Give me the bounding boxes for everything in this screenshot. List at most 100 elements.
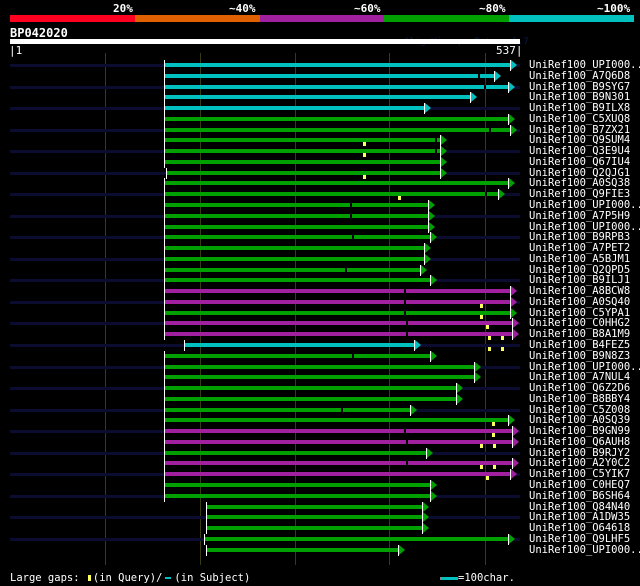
- alignment-start-tick: [205, 544, 207, 556]
- alignment-start-tick: [163, 243, 165, 255]
- legend-subject: (in Subject): [174, 572, 251, 584]
- arrow-icon: [430, 350, 437, 361]
- alignment-bar[interactable]: [163, 73, 495, 78]
- alignment-start-tick: [163, 426, 165, 438]
- alignment-start-tick: [205, 512, 207, 524]
- alignment-start-tick: [205, 501, 207, 513]
- alignment-bar[interactable]: [163, 278, 430, 283]
- alignment-bar[interactable]: [203, 536, 508, 541]
- percent-label-100: ~100%: [597, 2, 631, 15]
- alignment-bar[interactable]: [163, 84, 508, 89]
- percent-label-80: ~80%: [479, 2, 506, 15]
- alignment-start-tick: [163, 383, 165, 395]
- alignment-bar[interactable]: [205, 526, 423, 531]
- alignment-bar[interactable]: [163, 127, 510, 132]
- arrow-icon: [510, 307, 517, 318]
- subject-gap-mark: [404, 299, 407, 304]
- alignment-bar[interactable]: [163, 375, 475, 380]
- alignment-start-tick: [165, 167, 167, 179]
- alignment-start-tick: [163, 156, 165, 168]
- subject-gap-mark: [483, 84, 486, 89]
- alignment-bar[interactable]: [163, 472, 510, 477]
- arrow-icon: [428, 210, 435, 221]
- alignment-start-tick: [163, 469, 165, 481]
- alignment-bar[interactable]: [163, 224, 428, 229]
- alignment-bar[interactable]: [163, 483, 430, 488]
- arrow-icon: [470, 92, 477, 103]
- alignment-start-tick: [163, 221, 165, 233]
- subject-gap-icon: [165, 577, 172, 579]
- arrow-icon: [510, 124, 517, 135]
- alignment-bar[interactable]: [163, 299, 510, 304]
- query-name: BP042020: [10, 26, 68, 40]
- alignment-bar[interactable]: [163, 213, 428, 218]
- alignment-bar[interactable]: [163, 267, 421, 272]
- alignment-bar[interactable]: [183, 343, 414, 348]
- arrow-icon: [475, 361, 482, 372]
- alignment-bar[interactable]: [163, 418, 508, 423]
- alignment-start-tick: [163, 307, 165, 319]
- hit-label[interactable]: UniRef100_UPI000..: [529, 544, 640, 556]
- alignment-start-tick: [163, 490, 165, 502]
- subject-gap-mark: [484, 192, 487, 197]
- alignment-bar[interactable]: [163, 386, 457, 391]
- alignment-bar[interactable]: [163, 439, 513, 444]
- arrow-icon: [426, 447, 433, 458]
- alignment-start-tick: [163, 92, 165, 104]
- hit-row[interactable]: UniRef100_UPI000..: [0, 544, 640, 556]
- alignment-start-tick: [163, 103, 165, 115]
- alignment-bar[interactable]: [163, 321, 513, 326]
- alignment-bar[interactable]: [163, 116, 508, 121]
- alignment-start-tick: [163, 361, 165, 373]
- arrow-icon: [508, 178, 515, 189]
- alignment-bar[interactable]: [205, 515, 423, 520]
- alignment-bar[interactable]: [163, 450, 426, 455]
- alignment-bar[interactable]: [163, 310, 510, 315]
- arrow-icon: [513, 436, 520, 447]
- subject-gap-mark: [435, 138, 438, 143]
- alignment-bar[interactable]: [163, 149, 441, 154]
- arrow-icon: [510, 296, 517, 307]
- alignment-bar[interactable]: [163, 396, 457, 401]
- alignment-bar[interactable]: [163, 461, 513, 466]
- subject-gap-mark: [350, 203, 352, 207]
- query-bar: [10, 39, 520, 44]
- alignment-bar[interactable]: [163, 181, 508, 186]
- color-scale-segment: [259, 15, 385, 22]
- alignment-bar[interactable]: [163, 95, 470, 100]
- alignment-start-tick: [163, 447, 165, 459]
- arrow-icon: [423, 512, 430, 523]
- alignment-bar[interactable]: [163, 289, 510, 294]
- alignment-bar[interactable]: [163, 493, 430, 498]
- alignment-bar[interactable]: [163, 159, 441, 164]
- alignment-bar[interactable]: [163, 246, 425, 251]
- alignment-bar[interactable]: [165, 170, 441, 175]
- color-scale-segment: [509, 15, 635, 22]
- alignment-bar[interactable]: [163, 256, 425, 261]
- arrow-icon: [510, 286, 517, 297]
- alignment-bar[interactable]: [205, 547, 399, 552]
- alignment-start-tick: [163, 60, 165, 71]
- subject-gap-mark: [406, 461, 409, 466]
- arrow-icon: [423, 501, 430, 512]
- alignment-start-tick: [163, 296, 165, 308]
- subject-gap-mark: [340, 407, 343, 412]
- query-gap-icon: [87, 575, 91, 581]
- alignment-start-tick: [163, 124, 165, 136]
- alignment-bar[interactable]: [163, 353, 430, 358]
- alignment-bar[interactable]: [163, 332, 513, 337]
- alignment-bar[interactable]: [163, 429, 513, 434]
- alignment-bar[interactable]: [163, 203, 428, 207]
- alignment-start-tick: [163, 480, 165, 492]
- alignment-bar[interactable]: [163, 192, 499, 197]
- alignment-start-tick: [205, 523, 207, 535]
- alignment-bar[interactable]: [163, 106, 425, 111]
- alignment-bar[interactable]: [163, 63, 510, 67]
- alignment-bar[interactable]: [163, 364, 475, 369]
- subject-gap-mark: [406, 439, 409, 444]
- alignment-bar[interactable]: [205, 504, 423, 509]
- alignment-bar[interactable]: [163, 235, 430, 240]
- alignment-bar[interactable]: [163, 407, 410, 412]
- arrow-icon: [508, 415, 515, 426]
- alignment-bar[interactable]: [163, 138, 441, 143]
